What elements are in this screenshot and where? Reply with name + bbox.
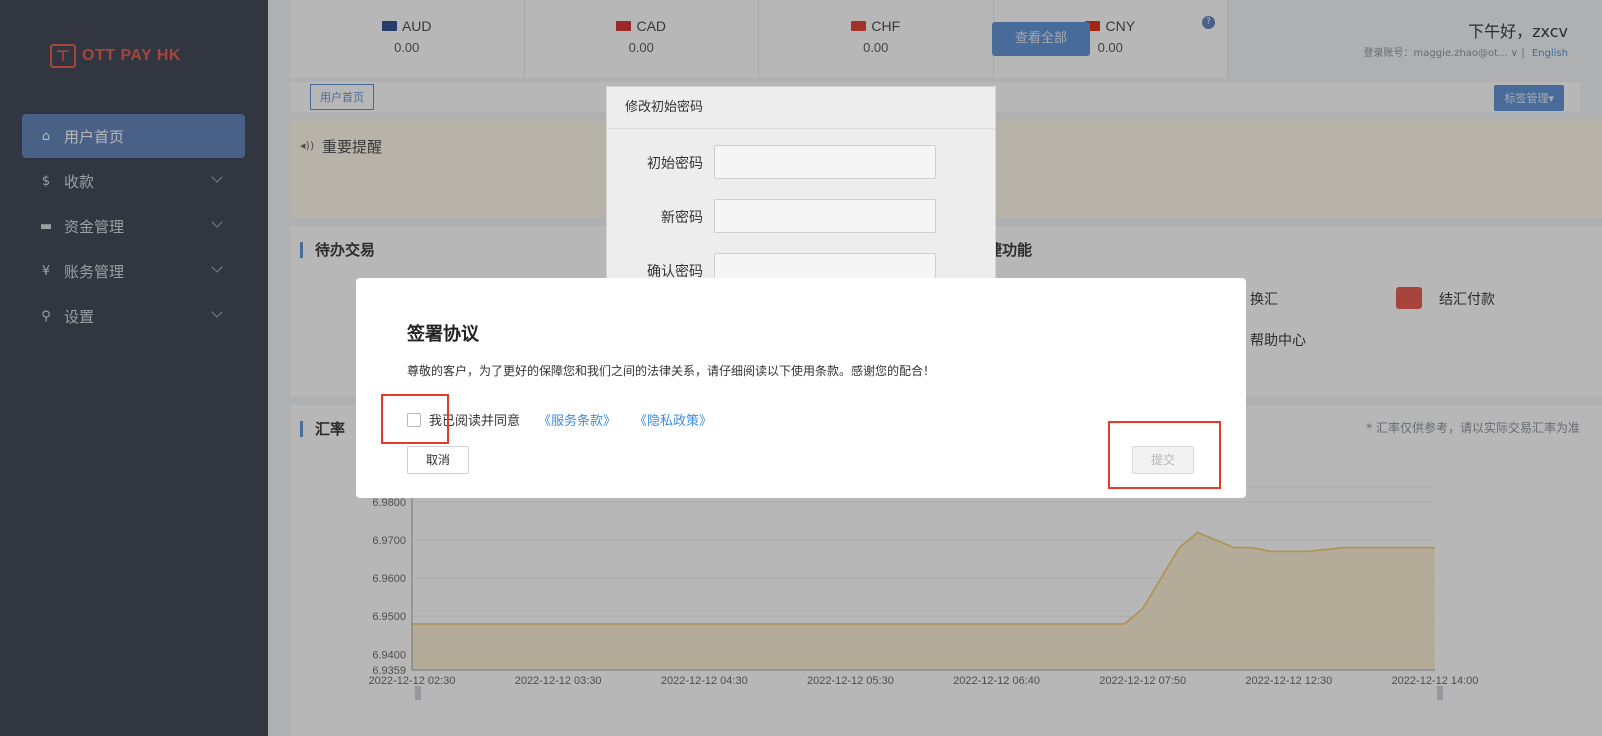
modal-title: 签署协议 bbox=[407, 324, 479, 345]
agree-row: 我已阅读并同意 《服务条款》 《隐私政策》 bbox=[407, 410, 712, 429]
terms-link[interactable]: 《服务条款》 bbox=[538, 410, 616, 429]
cancel-button[interactable]: 取消 bbox=[407, 446, 469, 474]
highlight-submit bbox=[1108, 421, 1221, 489]
modal-text: 尊敬的客户，为了更好的保障您和我们之间的法律关系，请仔细阅读以下使用条款。感谢您… bbox=[407, 364, 936, 378]
field-new-password: 新密码 bbox=[607, 199, 997, 233]
field-label: 初始密码 bbox=[647, 156, 703, 172]
field-label: 新密码 bbox=[661, 210, 703, 226]
highlight-checkbox bbox=[381, 394, 449, 444]
initial-password-input[interactable] bbox=[714, 145, 936, 179]
change-password-dialog: 修改初始密码 初始密码 新密码 确认密码 bbox=[606, 86, 997, 287]
password-dialog-title: 修改初始密码 bbox=[607, 87, 995, 129]
field-initial-password: 初始密码 bbox=[607, 145, 997, 179]
new-password-input[interactable] bbox=[714, 199, 936, 233]
privacy-link[interactable]: 《隐私政策》 bbox=[634, 410, 712, 429]
